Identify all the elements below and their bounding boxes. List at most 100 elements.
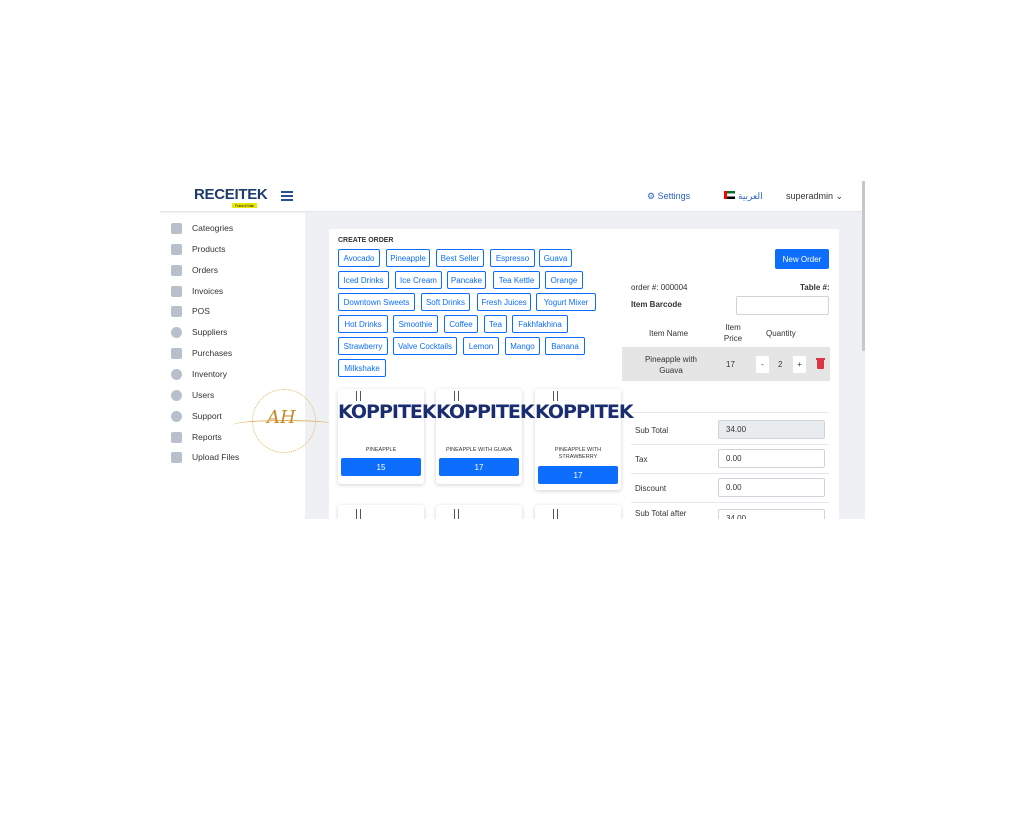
category-button[interactable]: Downtown Sweets xyxy=(338,293,415,311)
category-button[interactable]: Fresh Juices xyxy=(477,293,531,311)
sidebar-item-pos[interactable]: POS xyxy=(171,304,210,318)
product-card[interactable]: KOPPITEK PINEAPPLE 15 xyxy=(338,389,437,484)
tax-field[interactable]: 0.00 xyxy=(718,449,825,468)
file-icon xyxy=(171,431,182,443)
sidebar-item-label: Inventory xyxy=(192,369,227,379)
uae-flag-icon[interactable] xyxy=(724,191,735,199)
product-image: KOPPITEK xyxy=(535,401,634,423)
decrease-qty-button[interactable]: - xyxy=(756,356,769,373)
sidebar-item-invoices[interactable]: Invoices xyxy=(171,284,223,298)
box-icon xyxy=(171,243,182,255)
tax-label: Tax xyxy=(635,455,648,464)
category-button[interactable]: Iced Drinks xyxy=(338,271,389,289)
product-card[interactable] xyxy=(338,505,424,519)
product-card[interactable]: KOPPITEK PINEAPPLE WITH STRAWBERRY 17 xyxy=(535,389,634,490)
register-icon xyxy=(171,305,182,317)
category-button[interactable]: Lemon xyxy=(463,337,499,355)
subtotal-field: 34.00 xyxy=(718,420,825,439)
category-button[interactable]: Hot Drinks xyxy=(338,315,388,333)
category-button[interactable]: Best Seller xyxy=(436,249,484,267)
top-navbar: RECEITEK Point of Sale ⚙ Settings العربي… xyxy=(160,181,863,212)
sidebar-item-label: Suppliers xyxy=(192,327,228,337)
category-button[interactable]: Milkshake xyxy=(338,359,386,377)
sidebar-item-products[interactable]: Products xyxy=(171,242,226,256)
category-button[interactable]: Espresso xyxy=(490,249,535,267)
menu-toggle-icon[interactable] xyxy=(281,191,293,201)
sidebar-item-upload-files[interactable]: Upload Files xyxy=(171,450,239,464)
sidebar-item-support[interactable]: Support xyxy=(171,409,222,423)
product-price-button[interactable]: 17 xyxy=(439,458,519,476)
category-button[interactable]: Coffee xyxy=(444,315,478,333)
category-button[interactable]: Orange xyxy=(545,271,583,289)
category-button[interactable]: Tea xyxy=(484,315,507,333)
users-icon xyxy=(171,389,182,401)
settings-link[interactable]: ⚙ Settings xyxy=(647,191,690,202)
category-button[interactable]: Yogurt Mixer xyxy=(536,293,596,311)
category-button[interactable]: Tea Kettle xyxy=(493,271,540,289)
sidebar-item-label: Cateogries xyxy=(192,223,234,233)
create-order-panel: CREATE ORDER Avocado Pineapple Best Sell… xyxy=(329,229,839,519)
category-button[interactable]: Mango xyxy=(505,337,540,355)
sidebar-item-suppliers[interactable]: Suppliers xyxy=(171,325,227,339)
invoice-icon xyxy=(171,285,182,297)
sidebar-item-orders[interactable]: Orders xyxy=(171,263,218,277)
scrollbar[interactable] xyxy=(862,181,865,351)
watermark-text: AH xyxy=(267,407,296,428)
headset-icon xyxy=(171,410,182,422)
category-button[interactable]: Pineapple xyxy=(386,249,430,267)
sidebar-item-inventory[interactable]: Inventory xyxy=(171,367,227,381)
divider xyxy=(631,444,829,445)
divider xyxy=(631,502,829,503)
steam-icon xyxy=(356,509,361,519)
col-item-price: Item Price xyxy=(723,323,743,343)
sidebar-item-label: Users xyxy=(192,390,215,400)
product-card[interactable] xyxy=(436,505,522,519)
product-price-button[interactable]: 17 xyxy=(538,466,618,484)
trash-icon[interactable] xyxy=(816,358,825,369)
category-button[interactable]: Pancake xyxy=(447,271,486,289)
sidebar-item-purchases[interactable]: Purchases xyxy=(171,346,232,360)
product-image: KOPPITEK xyxy=(338,401,437,423)
discount-label: Discount xyxy=(635,484,667,493)
col-quantity: Quantity xyxy=(766,329,796,338)
category-button[interactable]: Ice Cream xyxy=(395,271,442,289)
language-switch[interactable]: العربية xyxy=(738,191,763,202)
cart-item-price: 17 xyxy=(726,360,735,369)
sidebar-item-label: Products xyxy=(192,244,226,254)
new-order-button[interactable]: New Order xyxy=(775,249,829,269)
category-button[interactable]: Fakhfakhina xyxy=(512,315,568,333)
upload-icon xyxy=(171,451,182,463)
discount-field[interactable]: 0.00 xyxy=(718,478,825,497)
user-menu[interactable]: superadmin ⌄ xyxy=(786,191,843,202)
steam-icon xyxy=(454,391,459,401)
boxes-icon xyxy=(171,368,182,380)
subtotal-after-label: Sub Total after xyxy=(635,509,687,518)
sidebar-item-reports[interactable]: Reports xyxy=(171,430,222,444)
category-button[interactable]: Banana xyxy=(545,337,585,355)
category-button[interactable]: Avocado xyxy=(338,249,380,267)
steam-icon xyxy=(454,509,459,519)
app-logo[interactable]: RECEITEK Point of Sale xyxy=(194,186,268,208)
list-icon xyxy=(171,222,182,234)
steam-icon xyxy=(553,391,558,401)
increase-qty-button[interactable]: + xyxy=(793,356,806,373)
sidebar-item-label: Upload Files xyxy=(192,452,240,462)
sidebar-item-users[interactable]: Users xyxy=(171,388,214,402)
category-button[interactable]: Strawberry xyxy=(338,337,388,355)
category-button[interactable]: Guava xyxy=(539,249,572,267)
sidebar-item-categories[interactable]: Cateogries xyxy=(171,221,233,235)
sidebar-item-label: Invoices xyxy=(192,286,224,296)
gear-icon: ⚙ xyxy=(647,191,656,201)
sidebar: Cateogries Products Orders Invoices POS … xyxy=(160,213,337,519)
category-button[interactable]: Valve Cocktails xyxy=(393,337,457,355)
category-button[interactable]: Smoothie xyxy=(393,315,438,333)
product-card[interactable] xyxy=(535,505,621,519)
sidebar-item-label: POS xyxy=(192,306,210,316)
sidebar-item-label: Support xyxy=(192,411,222,421)
barcode-input[interactable] xyxy=(736,296,829,315)
watermark-logo: AH xyxy=(233,389,337,453)
product-price-button[interactable]: 15 xyxy=(341,458,421,476)
subtotal-after-field: 34.00 xyxy=(718,509,825,519)
category-button[interactable]: Soft Drinks xyxy=(421,293,470,311)
product-card[interactable]: KOPPITEK PINEAPPLE WITH GUAVA 17 xyxy=(436,389,535,484)
